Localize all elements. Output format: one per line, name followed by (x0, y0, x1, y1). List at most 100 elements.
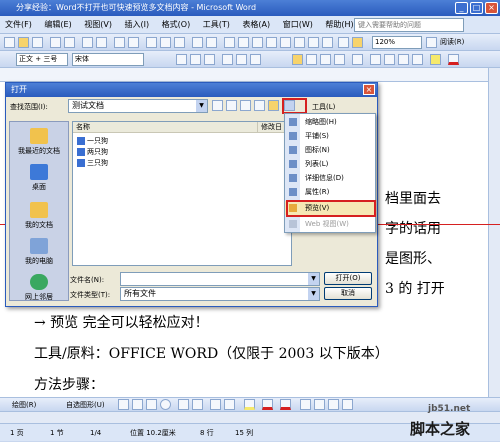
italic-icon[interactable] (190, 54, 201, 65)
line-style-icon[interactable] (300, 399, 311, 410)
tools-menu[interactable]: 工具(L) (312, 102, 335, 112)
redo-icon[interactable] (206, 37, 217, 48)
delete-icon[interactable] (254, 100, 265, 111)
open-button[interactable]: 打开(O) (324, 272, 372, 285)
up-folder-icon[interactable] (226, 100, 237, 111)
menu-tools[interactable]: 工具(T) (198, 16, 235, 34)
menu-item-properties[interactable]: 属性(R) (285, 185, 375, 199)
paste-icon[interactable] (174, 37, 185, 48)
text-color-icon[interactable] (280, 399, 291, 410)
menu-insert[interactable]: 插入(I) (120, 16, 155, 34)
line-tool-icon[interactable] (118, 399, 129, 410)
decrease-indent-icon[interactable] (398, 54, 409, 65)
align-right-icon[interactable] (320, 54, 331, 65)
wordart-icon[interactable] (192, 399, 203, 410)
place-recent[interactable]: 我最近的文档 (10, 128, 68, 156)
align-left-icon[interactable] (292, 54, 303, 65)
chevron-down-icon[interactable]: ▼ (308, 273, 319, 285)
email-icon[interactable] (64, 37, 75, 48)
menu-item-icons[interactable]: 图标(N) (285, 143, 375, 157)
line-spacing-icon[interactable] (352, 54, 363, 65)
paragraph-mark-icon[interactable] (352, 37, 363, 48)
close-button[interactable]: × (485, 2, 498, 14)
oval-tool-icon[interactable] (160, 399, 171, 410)
menu-table[interactable]: 表格(A) (237, 16, 275, 34)
horizontal-ruler[interactable] (0, 68, 500, 82)
filetype-select[interactable]: 所有文件 ▼ (120, 287, 320, 301)
menu-item-list[interactable]: 列表(L) (285, 157, 375, 171)
menu-view[interactable]: 视图(V) (79, 16, 117, 34)
fill-color-icon[interactable] (244, 399, 255, 410)
filename-input[interactable]: ▼ (120, 272, 320, 286)
arrow-tool-icon[interactable] (132, 399, 143, 410)
vertical-scrollbar[interactable] (488, 68, 500, 398)
textbox-icon[interactable] (178, 399, 189, 410)
place-my-computer[interactable]: 我的电脑 (10, 238, 68, 266)
justify-icon[interactable] (334, 54, 345, 65)
picture-icon[interactable] (224, 399, 235, 410)
file-item[interactable]: 两只狗 (77, 147, 108, 157)
print-preview-icon[interactable] (96, 37, 107, 48)
draw-menu[interactable]: 绘图(R) (12, 400, 36, 410)
increase-indent-icon[interactable] (412, 54, 423, 65)
char-border-icon[interactable] (222, 54, 233, 65)
chevron-down-icon[interactable]: ▼ (196, 100, 207, 112)
cut-icon[interactable] (146, 37, 157, 48)
read-button[interactable]: 阅读(R) (440, 37, 464, 47)
file-item[interactable]: 三只狗 (77, 158, 108, 168)
file-item[interactable]: 一只狗 (77, 136, 108, 146)
hyperlink-icon[interactable] (224, 37, 235, 48)
menu-file[interactable]: 文件(F) (0, 16, 37, 34)
menu-item-details[interactable]: 详细信息(D) (285, 171, 375, 185)
menu-edit[interactable]: 编辑(E) (39, 16, 76, 34)
bold-icon[interactable] (176, 54, 187, 65)
search-web-icon[interactable] (240, 100, 251, 111)
menu-window[interactable]: 窗口(W) (278, 16, 318, 34)
align-center-icon[interactable] (306, 54, 317, 65)
cancel-button[interactable]: 取消 (324, 287, 372, 300)
minimize-button[interactable]: _ (455, 2, 468, 14)
style-select[interactable]: 正文 + 三号 (16, 53, 68, 66)
help-search-input[interactable]: 键入需要帮助的问题 (354, 18, 464, 32)
place-desktop[interactable]: 桌面 (10, 164, 68, 192)
dialog-close-icon[interactable]: × (363, 84, 375, 95)
file-list[interactable]: 名称 修改日 一只狗 两只狗 三只狗 (72, 121, 292, 266)
spelling-icon[interactable] (114, 37, 125, 48)
column-header-name[interactable]: 名称 (73, 122, 258, 133)
help-icon[interactable] (426, 37, 437, 48)
underline-icon[interactable] (204, 54, 215, 65)
char-shading-icon[interactable] (236, 54, 247, 65)
columns-icon[interactable] (280, 37, 291, 48)
permission-icon[interactable] (50, 37, 61, 48)
highlight-icon[interactable] (430, 54, 441, 65)
show-hide-icon[interactable] (322, 37, 333, 48)
menu-item-tiles[interactable]: 平铺(S) (285, 129, 375, 143)
maximize-button[interactable]: □ (470, 2, 483, 14)
menu-item-thumbnails[interactable]: 缩略图(H) (285, 115, 375, 129)
numbering-icon[interactable] (370, 54, 381, 65)
bullets-icon[interactable] (384, 54, 395, 65)
menu-help[interactable]: 帮助(H) (320, 16, 358, 34)
rectangle-tool-icon[interactable] (146, 399, 157, 410)
3d-icon[interactable] (342, 399, 353, 410)
line-color-icon[interactable] (262, 399, 273, 410)
research-icon[interactable] (128, 37, 139, 48)
excel-icon[interactable] (266, 37, 277, 48)
undo-icon[interactable] (192, 37, 203, 48)
drawing-icon[interactable] (294, 37, 305, 48)
document-map-icon[interactable] (308, 37, 319, 48)
clipart-icon[interactable] (210, 399, 221, 410)
open-icon[interactable] (18, 37, 29, 48)
back-icon[interactable] (212, 100, 223, 111)
chevron-down-icon[interactable]: ▼ (308, 288, 319, 300)
font-color-icon[interactable] (448, 54, 459, 65)
font-select[interactable]: 宋体 (72, 53, 144, 66)
place-network[interactable]: 网上邻居 (10, 274, 68, 302)
new-doc-icon[interactable] (4, 37, 15, 48)
dash-style-icon[interactable] (314, 399, 325, 410)
menu-format[interactable]: 格式(O) (157, 16, 196, 34)
insert-table-icon[interactable] (252, 37, 263, 48)
shadow-icon[interactable] (328, 399, 339, 410)
zoom-select[interactable]: 120% (372, 36, 422, 49)
tables-icon[interactable] (238, 37, 249, 48)
